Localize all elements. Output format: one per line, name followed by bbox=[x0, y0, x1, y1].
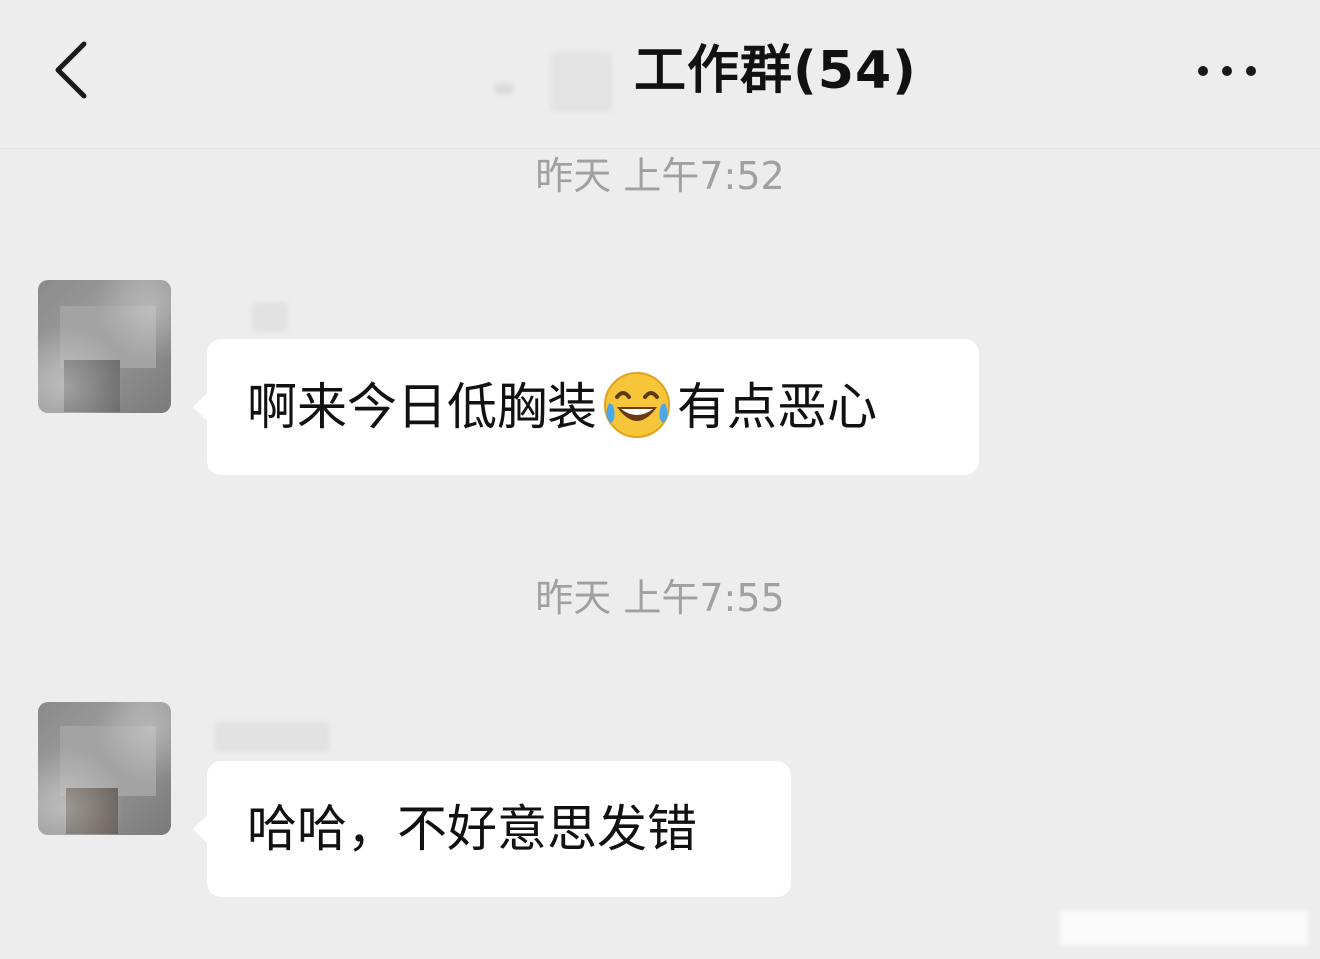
avatar[interactable] bbox=[38, 280, 171, 413]
message-text: 哈哈，不好意思发错 bbox=[247, 800, 697, 858]
chat-header: 工作群(54) bbox=[0, 0, 1320, 149]
more-options-button[interactable] bbox=[1188, 50, 1268, 94]
back-button[interactable] bbox=[40, 30, 110, 110]
chat-title: 工作群(54) bbox=[634, 41, 917, 101]
watermark-blur bbox=[1060, 910, 1308, 946]
message-bubble[interactable]: 哈哈，不好意思发错 bbox=[193, 761, 791, 897]
sender-name-redacted bbox=[214, 722, 330, 752]
title-redaction-blur bbox=[494, 84, 514, 94]
avatar[interactable] bbox=[38, 702, 171, 835]
message-timestamp: 昨天 上午7:55 bbox=[535, 576, 785, 620]
message-text: 啊来今日低胸装 bbox=[247, 378, 597, 436]
more-horizontal-icon-dot bbox=[1198, 66, 1208, 76]
message-text: 有点恶心 bbox=[677, 378, 877, 436]
title-redaction-blur bbox=[550, 52, 612, 112]
chevron-left-icon bbox=[55, 41, 87, 99]
sender-name-redacted bbox=[252, 302, 288, 332]
more-horizontal-icon-dot bbox=[1222, 66, 1232, 76]
message-bubble[interactable]: 啊来今日低胸装 有点恶心 bbox=[193, 339, 979, 475]
face-with-tears-of-joy-icon bbox=[604, 371, 670, 438]
message-timestamp: 昨天 上午7:52 bbox=[535, 154, 785, 198]
more-horizontal-icon-dot bbox=[1246, 66, 1256, 76]
